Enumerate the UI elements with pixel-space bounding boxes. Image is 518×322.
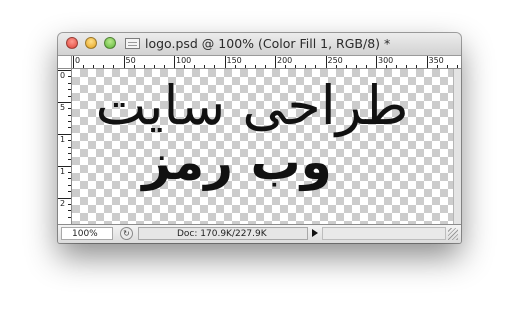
ruler-minor-tick (68, 95, 71, 97)
ruler-minor-tick (68, 210, 71, 212)
zoom-button[interactable] (104, 37, 116, 49)
ruler-minor-tick (68, 121, 71, 122)
title-bar[interactable]: logo.psd @ 100% (Color Fill 1, RGB/8) * (58, 33, 461, 56)
ruler-minor-tick (133, 65, 135, 68)
close-button[interactable] (66, 37, 78, 49)
ruler-minor-tick (214, 65, 216, 68)
zoom-level-field[interactable]: 100% (61, 227, 113, 240)
vertical-scrollbar[interactable] (453, 69, 461, 224)
ruler-minor-tick (446, 65, 448, 68)
ruler-major-tick (275, 56, 276, 68)
status-menu-arrow-icon[interactable] (312, 229, 318, 237)
ruler-minor-tick (406, 65, 408, 68)
ruler-label: 2 (60, 198, 66, 208)
ruler-minor-tick (68, 89, 71, 91)
ruler-minor-tick (456, 65, 458, 68)
ruler-minor-tick (436, 65, 438, 68)
window-title: logo.psd @ 100% (Color Fill 1, RGB/8) * (145, 36, 391, 51)
ruler-minor-tick (416, 65, 418, 68)
ruler-major-tick (426, 56, 428, 68)
ruler-major-tick (224, 56, 226, 68)
ruler-label: 50 (125, 56, 136, 65)
ruler-minor-tick (68, 184, 71, 186)
ruler-label: 1 (60, 134, 66, 144)
ruler-minor-tick (68, 203, 71, 205)
ruler-minor-tick (194, 65, 196, 68)
ruler-minor-tick (386, 65, 388, 68)
canvas[interactable]: طراحی سایت وب رمز (72, 69, 453, 224)
ruler-minor-tick (68, 140, 71, 142)
ruler-minor-tick (264, 65, 266, 68)
ruler-major-tick (123, 56, 125, 68)
horizontal-ruler[interactable]: 0 50 100 150 200 250 300 350 (72, 56, 461, 69)
logo-text-line-1: طراحی سایت (95, 74, 409, 137)
ruler-minor-tick (68, 114, 71, 116)
ruler-minor-tick (163, 65, 165, 68)
ruler-minor-tick (315, 65, 317, 68)
logo-text-line-2: وب رمز (142, 133, 332, 191)
ruler-minor-tick (68, 178, 71, 180)
ruler-label: 0 (75, 56, 81, 65)
horizontal-scrollbar[interactable] (322, 227, 446, 240)
ruler-label: 300 (378, 56, 394, 65)
ruler-minor-tick (68, 216, 71, 218)
ruler-minor-tick (68, 152, 71, 154)
ruler-minor-tick (244, 65, 246, 68)
ruler-minor-tick (113, 65, 115, 68)
ruler-minor-tick (143, 65, 145, 68)
ruler-label: 100 (176, 56, 192, 65)
ruler-minor-tick (305, 65, 307, 68)
ruler-minor-tick (103, 65, 105, 68)
ruler-minor-tick (355, 65, 357, 68)
ruler-minor-tick (68, 108, 71, 110)
ruler-minor-tick (184, 65, 186, 68)
ruler-major-tick (376, 56, 377, 68)
ruler-minor-tick (68, 127, 71, 129)
ruler-label: 0 (60, 71, 66, 80)
document-size-info: Doc: 170.9K/227.9K (138, 227, 308, 240)
ruler-major-tick (73, 56, 74, 68)
ruler-minor-tick (204, 65, 206, 68)
ruler-minor-tick (254, 65, 256, 68)
status-bar: 100% ↻ Doc: 170.9K/227.9K (58, 224, 461, 243)
ruler-minor-tick (68, 82, 71, 84)
ruler-label: 200 (277, 56, 293, 65)
ruler-minor-tick (68, 172, 71, 173)
ruler-label: 250 (327, 56, 343, 65)
ruler-minor-tick (153, 65, 155, 68)
ruler-label: 150 (226, 56, 242, 65)
status-info-icon[interactable]: ↻ (120, 227, 133, 240)
ruler-minor-tick (234, 65, 236, 68)
ruler-minor-tick (68, 159, 71, 161)
vertical-ruler[interactable]: 0 5 1 1 2 (58, 69, 72, 224)
ruler-minor-tick (68, 146, 71, 148)
document-window: logo.psd @ 100% (Color Fill 1, RGB/8) * … (58, 33, 461, 243)
ruler-minor-tick (396, 65, 398, 68)
ruler-minor-tick (295, 65, 297, 68)
document-proxy-icon[interactable] (125, 38, 140, 49)
ruler-minor-tick (68, 76, 71, 78)
ruler-minor-tick (335, 65, 337, 68)
ruler-minor-tick (365, 65, 367, 68)
ruler-minor-tick (83, 65, 85, 68)
ruler-major-tick (174, 56, 175, 68)
ruler-minor-tick (285, 65, 287, 68)
minimize-button[interactable] (85, 37, 97, 49)
ruler-minor-tick (93, 65, 95, 68)
resize-grip-icon[interactable] (448, 228, 458, 240)
ruler-origin[interactable] (58, 56, 72, 69)
ruler-label: 1 (60, 166, 66, 176)
ruler-minor-tick (68, 191, 71, 193)
ruler-label: 5 (60, 102, 66, 112)
ruler-minor-tick (345, 65, 347, 68)
ruler-label: 350 (428, 56, 444, 65)
ruler-major-tick (325, 56, 327, 68)
